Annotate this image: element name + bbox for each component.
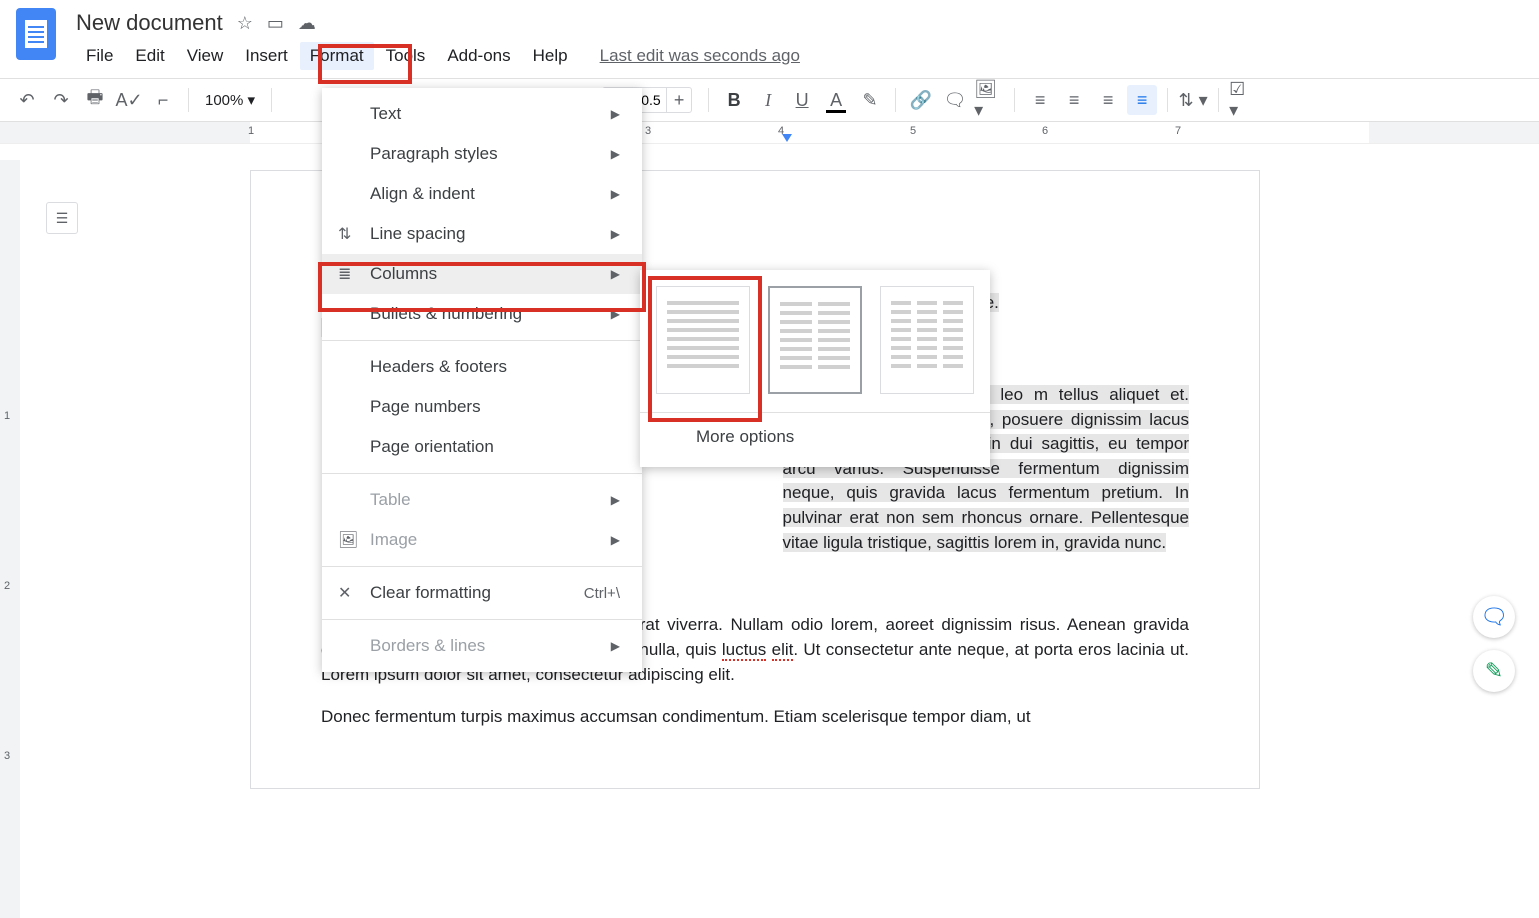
separator [895, 88, 896, 112]
menu-help[interactable]: Help [523, 42, 578, 70]
menu-page-orientation[interactable]: Page orientation [322, 427, 642, 467]
menu-columns[interactable]: ≣Columns▶ [322, 254, 642, 294]
menu-separator [322, 619, 642, 620]
document-outline-icon[interactable]: ☰ [46, 202, 78, 234]
menu-image: 🖼Image▶ [322, 520, 642, 560]
image-icon: 🖼 [338, 530, 358, 550]
undo-icon[interactable]: ↶ [12, 85, 42, 115]
spelling-error[interactable]: elit [772, 640, 794, 661]
menu-format[interactable]: Format [300, 42, 374, 70]
separator [271, 88, 272, 112]
highlight-color-button[interactable]: ✎ [855, 85, 885, 115]
align-center-icon[interactable]: ≡ [1059, 85, 1089, 115]
menu-edit[interactable]: Edit [125, 42, 174, 70]
insert-link-icon[interactable]: 🔗 [906, 85, 936, 115]
columns-submenu: More options [640, 270, 990, 467]
ruler-number: 5 [910, 125, 916, 137]
redo-icon[interactable]: ↷ [46, 85, 76, 115]
menu-view[interactable]: View [177, 42, 234, 70]
separator [1218, 88, 1219, 112]
print-icon[interactable]: 🖶 [80, 85, 110, 115]
columns-option-1[interactable] [656, 286, 750, 394]
toolbar: ↶ ↷ 🖶 A✓ ⌐ 100% ▾ − + B I U A ✎ 🔗 🗨 🖼 ▾ … [0, 78, 1539, 122]
ruler-number: 3 [645, 125, 651, 137]
menu-file[interactable]: File [76, 42, 123, 70]
align-justify-icon[interactable]: ≡ [1127, 85, 1157, 115]
menu-headers-footers[interactable]: Headers & footers [322, 347, 642, 387]
underline-button[interactable]: U [787, 85, 817, 115]
format-dropdown: Text▶ Paragraph styles▶ Align & indent▶ … [322, 88, 642, 672]
separator [1014, 88, 1015, 112]
line-spacing-icon[interactable]: ⇅ ▾ [1178, 85, 1208, 115]
zoom-select[interactable]: 100% ▾ [199, 91, 261, 109]
ruler-number: 7 [1175, 125, 1181, 137]
more-options[interactable]: More options [656, 413, 974, 459]
line-spacing-icon: ⇅ [338, 224, 351, 244]
menu-tools[interactable]: Tools [376, 42, 436, 70]
bold-button[interactable]: B [719, 85, 749, 115]
menu-separator [322, 473, 642, 474]
menu-addons[interactable]: Add-ons [437, 42, 520, 70]
text-color-button[interactable]: A [821, 85, 851, 115]
checklist-icon[interactable]: ☑ ▾ [1229, 85, 1259, 115]
menu-paragraph-styles[interactable]: Paragraph styles▶ [322, 134, 642, 174]
add-comment-icon[interactable]: 🗨 [940, 85, 970, 115]
menu-borders-lines: Borders & lines▶ [322, 626, 642, 666]
menu-clear-formatting[interactable]: ✕Clear formattingCtrl+\ [322, 573, 642, 613]
font-size-increase[interactable]: + [667, 90, 691, 111]
menu-text[interactable]: Text▶ [322, 94, 642, 134]
cloud-status-icon[interactable]: ☁ [298, 13, 316, 34]
vertical-ruler[interactable]: 1 2 3 [0, 160, 20, 918]
insert-image-icon[interactable]: 🖼 ▾ [974, 85, 1004, 115]
explore-fab-icon[interactable]: 🗨 [1473, 596, 1515, 638]
docs-logo[interactable] [16, 8, 56, 60]
menu-separator [322, 340, 642, 341]
spellcheck-icon[interactable]: A✓ [114, 85, 144, 115]
feedback-fab-icon[interactable]: ✎ [1473, 650, 1515, 692]
menu-align-indent[interactable]: Align & indent▶ [322, 174, 642, 214]
spelling-error[interactable]: luctus [722, 640, 766, 661]
document-text: Donec fermentum turpis maximus accumsan … [321, 707, 1031, 726]
separator [708, 88, 709, 112]
columns-option-2[interactable] [768, 286, 862, 394]
menu-insert[interactable]: Insert [235, 42, 298, 70]
document-title[interactable]: New document [76, 10, 223, 36]
italic-button[interactable]: I [753, 85, 783, 115]
ruler-number: 6 [1042, 125, 1048, 137]
separator [1167, 88, 1168, 112]
menu-table: Table▶ [322, 480, 642, 520]
clear-format-icon: ✕ [338, 583, 351, 603]
horizontal-ruler[interactable]: 1 2 3 4 5 6 7 [0, 122, 1539, 144]
last-edit-link[interactable]: Last edit was seconds ago [600, 46, 800, 66]
menu-line-spacing[interactable]: ⇅Line spacing▶ [322, 214, 642, 254]
indent-marker[interactable] [782, 134, 792, 142]
ruler-number: 1 [248, 125, 254, 137]
move-icon[interactable]: ▭ [267, 13, 284, 34]
menu-page-numbers[interactable]: Page numbers [322, 387, 642, 427]
paint-format-icon[interactable]: ⌐ [148, 85, 178, 115]
separator [188, 88, 189, 112]
star-icon[interactable]: ☆ [237, 13, 253, 34]
columns-icon: ≣ [338, 264, 351, 284]
menu-separator [322, 566, 642, 567]
columns-option-3[interactable] [880, 286, 974, 394]
menubar: File Edit View Insert Format Tools Add-o… [76, 42, 1523, 70]
menu-bullets-numbering[interactable]: Bullets & numbering▶ [322, 294, 642, 334]
align-left-icon[interactable]: ≡ [1025, 85, 1055, 115]
align-right-icon[interactable]: ≡ [1093, 85, 1123, 115]
